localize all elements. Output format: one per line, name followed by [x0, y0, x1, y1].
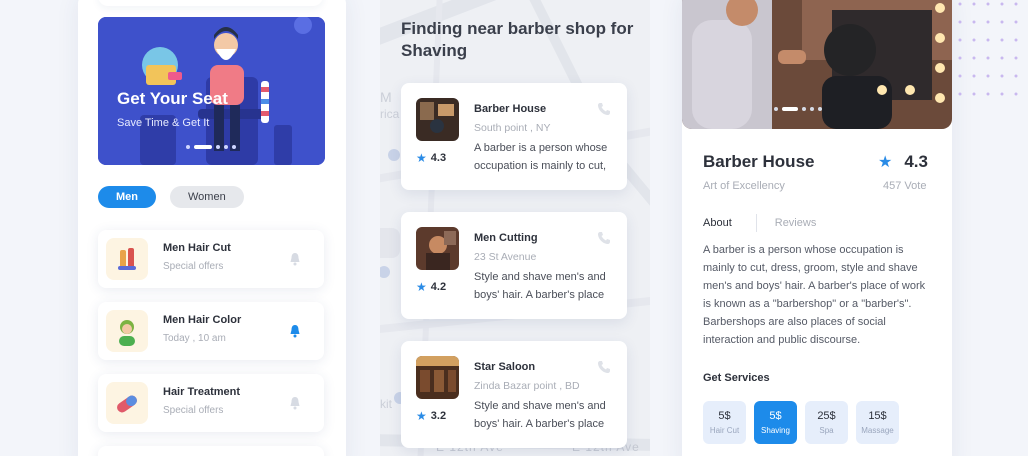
svg-text:M: M: [380, 89, 392, 105]
shop-rating: ★ 3.2: [416, 409, 446, 423]
service-price: 15$: [868, 410, 887, 422]
detail-tabs: About Reviews: [703, 214, 816, 232]
gender-filter: Men Women: [98, 186, 244, 208]
service-label: Massage: [861, 426, 894, 435]
tab-divider: [755, 214, 757, 232]
detail-screen-panel: Barber House ★ 4.3 Art of Excellency 457…: [682, 0, 952, 456]
pill-icon: [106, 382, 148, 424]
person-icon: [106, 310, 148, 352]
star-icon: ★: [878, 154, 893, 171]
phone-icon[interactable]: [597, 231, 611, 245]
shop-card[interactable]: ★ 4.2 Men Cutting 23 St Avenue Style and…: [401, 212, 627, 319]
service-option-massage[interactable]: 15$ Massage: [856, 401, 899, 444]
shop-description: Style and shave men's and boys' hair. A …: [474, 271, 606, 301]
top-bar: [98, 0, 323, 6]
rating-value: 3.2: [430, 410, 447, 422]
carousel-dot[interactable]: [774, 107, 778, 111]
bell-icon[interactable]: [288, 252, 302, 266]
services-row: 5$ Hair Cut 5$ Shaving 25$ Spa 15$ Massa…: [703, 401, 899, 444]
promo-banner[interactable]: Get Your Seat Save Time & Get It: [98, 17, 325, 165]
carousel-dots[interactable]: [186, 145, 236, 149]
star-icon: ★: [416, 151, 427, 165]
home-screen-panel: Get Your Seat Save Time & Get It Men Wom…: [78, 0, 346, 456]
rating-value: 4.2: [430, 281, 447, 293]
tab-about[interactable]: About: [703, 217, 732, 229]
shop-name: Men Cutting: [474, 232, 538, 244]
service-card[interactable]: Hair Treatment Special offers: [98, 374, 324, 432]
phone-icon[interactable]: [597, 360, 611, 374]
service-label: Shaving: [761, 426, 790, 435]
shop-title: Barber House: [703, 152, 815, 171]
service-name: Hair Treatment: [163, 386, 241, 398]
banner-title: Get Your Seat: [117, 89, 228, 108]
rating-value: 4.3: [430, 152, 447, 164]
map-title: Finding near barber shop for Shaving: [401, 19, 634, 60]
carousel-dot[interactable]: [216, 145, 220, 149]
carousel-dots[interactable]: [774, 107, 822, 111]
shop-name: Star Saloon: [474, 361, 536, 373]
bell-icon-active[interactable]: [288, 324, 302, 338]
shop-rating: ★ 4.2: [416, 280, 446, 294]
service-meta: Today , 10 am: [163, 333, 226, 344]
rating-value: 4.3: [904, 152, 928, 171]
women-tab[interactable]: Women: [170, 186, 244, 208]
svg-text:kit: kit: [380, 397, 393, 411]
shop-photo: [416, 227, 459, 270]
phone-icon[interactable]: [597, 102, 611, 116]
service-price: 5$: [718, 410, 731, 422]
carousel-dot[interactable]: [810, 107, 814, 111]
service-label: Hair Cut: [709, 426, 740, 435]
scissors-icon: [106, 238, 148, 280]
service-label: Spa: [819, 426, 834, 435]
shop-card[interactable]: ★ 3.2 Star Saloon Zinda Bazar point , BD…: [401, 341, 627, 448]
shop-rating: ★ 4.3: [878, 152, 928, 172]
shop-description: Style and shave men's and boys' hair. A …: [474, 400, 606, 430]
carousel-dot[interactable]: [224, 145, 228, 149]
carousel-dot[interactable]: [802, 107, 806, 111]
star-icon: ★: [416, 280, 427, 294]
shop-tagline: Art of Excellency: [703, 180, 785, 192]
shop-location: Zinda Bazar point , BD: [474, 380, 580, 392]
star-icon: ★: [416, 409, 427, 423]
service-name: Men Hair Cut: [163, 242, 231, 254]
carousel-dot[interactable]: [186, 145, 190, 149]
about-text: A barber is a person whose occupation is…: [703, 244, 926, 346]
tab-reviews[interactable]: Reviews: [775, 217, 817, 229]
shop-hero-image[interactable]: [682, 0, 952, 129]
shop-rating: ★ 4.3: [416, 151, 446, 165]
men-tab[interactable]: Men: [98, 186, 156, 208]
shop-location: South point , NY: [474, 122, 551, 134]
svg-text:rica: rica: [380, 107, 400, 121]
service-card[interactable]: Men Hair Cut Special offers: [98, 230, 324, 288]
service-card[interactable]: [98, 446, 324, 456]
service-meta: Special offers: [163, 405, 224, 416]
service-card[interactable]: Men Hair Color Today , 10 am: [98, 302, 324, 360]
service-meta: Special offers: [163, 261, 224, 272]
carousel-dot[interactable]: [232, 145, 236, 149]
service-price: 5$: [769, 410, 782, 422]
shop-name: Barber House: [474, 103, 547, 115]
services-heading: Get Services: [703, 372, 770, 384]
banner-subtitle: Save Time & Get It: [117, 117, 210, 129]
bell-icon[interactable]: [288, 396, 302, 410]
carousel-dot-active[interactable]: [782, 107, 798, 111]
service-option-hair-cut[interactable]: 5$ Hair Cut: [703, 401, 746, 444]
service-name: Men Hair Color: [163, 314, 242, 326]
vote-count: 457 Vote: [883, 180, 927, 192]
decorative-dot-grid: [958, 2, 1018, 96]
carousel-dot-active[interactable]: [194, 145, 212, 149]
carousel-dot[interactable]: [818, 107, 822, 111]
shop-location: 23 St Avenue: [474, 251, 537, 263]
map-screen-panel: M rica kit E 12th Ave E 12th Ave Finding…: [380, 0, 650, 456]
service-price: 25$: [817, 410, 836, 422]
shop-card[interactable]: ★ 4.3 Barber House South point , NY A ba…: [401, 83, 627, 190]
shop-description: A barber is a person whose occupation is…: [474, 142, 608, 172]
shop-photo: [416, 98, 459, 141]
shop-photo: [416, 356, 459, 399]
service-option-spa[interactable]: 25$ Spa: [805, 401, 848, 444]
service-option-shaving[interactable]: 5$ Shaving: [754, 401, 797, 444]
